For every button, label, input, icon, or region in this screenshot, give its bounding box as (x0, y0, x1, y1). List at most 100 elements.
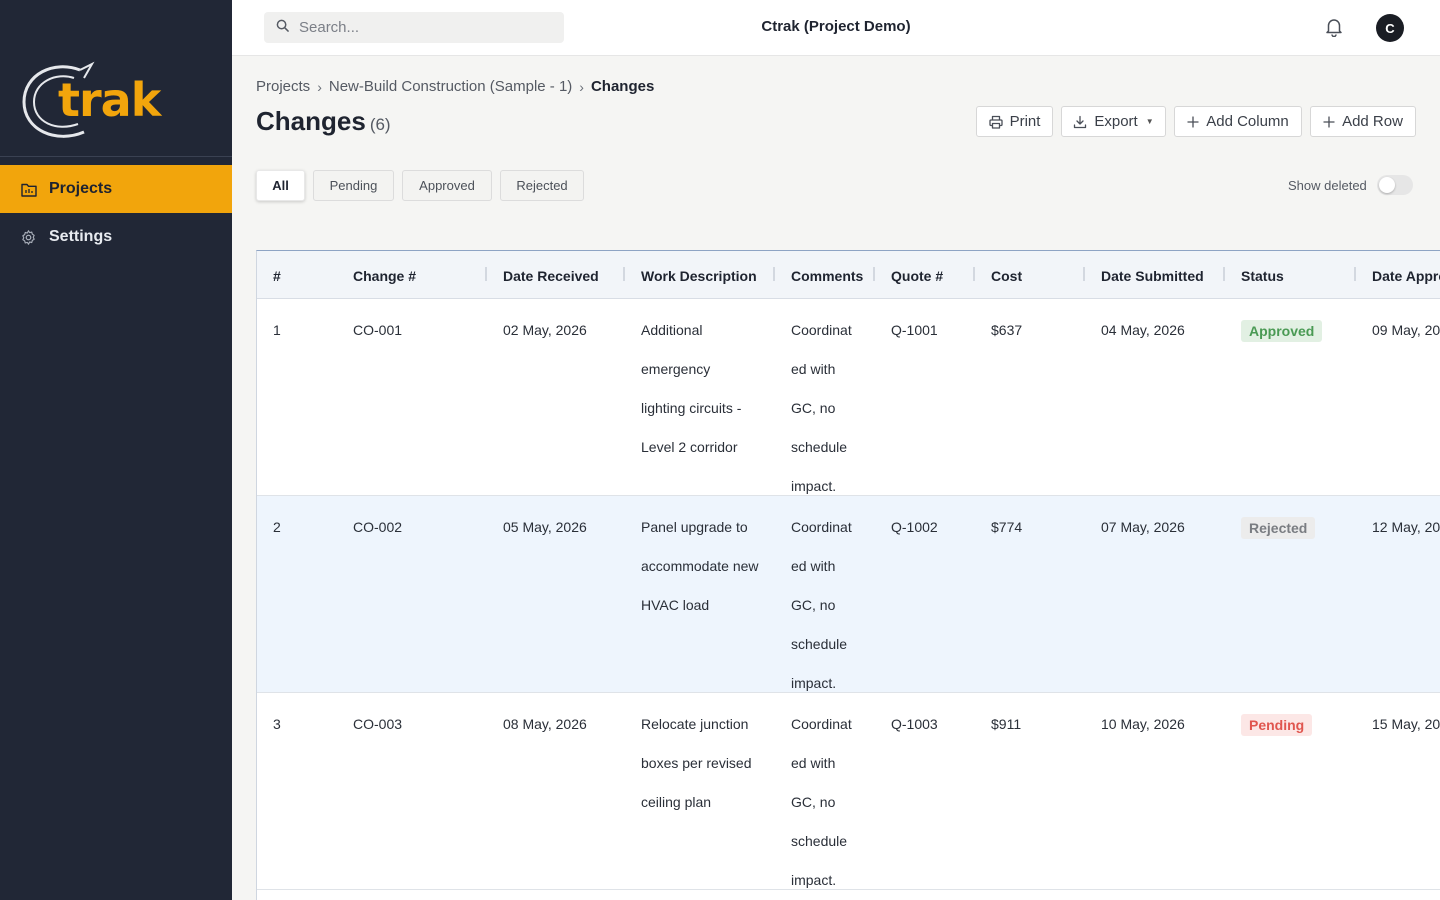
cell-number: 1 (273, 322, 281, 338)
filter-tab-approved[interactable]: Approved (402, 170, 492, 201)
export-label: Export (1094, 113, 1138, 130)
cell-change-number: CO-003 (353, 716, 403, 732)
download-icon (1073, 115, 1087, 129)
breadcrumb: Projects › New-Build Construction (Sampl… (256, 78, 654, 95)
status-badge: Approved (1241, 320, 1323, 342)
sidebar-divider (0, 156, 232, 157)
page-title-text: Changes (256, 106, 366, 136)
text-line: ed with (791, 361, 836, 377)
export-button[interactable]: Export ▼ (1061, 106, 1166, 137)
table-row[interactable]: 1 CO-001 02 May, 2026 Additional emergen… (257, 299, 1440, 496)
cell-change-number: CO-001 (353, 322, 403, 338)
breadcrumb-project[interactable]: New-Build Construction (Sample - 1) (329, 78, 572, 95)
plus-icon (1187, 115, 1199, 128)
plus-icon (1323, 115, 1335, 128)
column-header[interactable]: # (273, 268, 281, 284)
text-line: Relocate junction (641, 716, 749, 732)
add-row-label: Add Row (1342, 113, 1403, 130)
column-resize-handle[interactable] (873, 267, 875, 281)
column-resize-handle[interactable] (623, 267, 625, 281)
text-line: Panel upgrade to (641, 519, 748, 535)
cell-date-received: 08 May, 2026 (503, 716, 587, 732)
cell-comments: Coordinat ed with GC, no schedule impact… (791, 705, 871, 900)
cell-cost: $774 (991, 519, 1023, 535)
app-title: Ctrak (Project Demo) (761, 18, 911, 35)
column-header[interactable]: Date Received (503, 268, 599, 284)
sidebar-item-settings[interactable]: Settings (0, 213, 232, 261)
column-resize-handle[interactable] (485, 267, 487, 281)
cell-cost: $637 (991, 322, 1023, 338)
breadcrumb-current: Changes (590, 78, 655, 95)
cell-quote-number: Q-1001 (891, 322, 938, 338)
filter-tab-rejected[interactable]: Rejected (500, 170, 584, 201)
cell-work-description: Additional emergency lighting circuits -… (641, 311, 771, 467)
cell-status: Pending (1241, 714, 1313, 736)
top-bar: Ctrak (Project Demo) C (232, 0, 1440, 56)
cell-date-approved: 09 May, 20 (1372, 322, 1440, 338)
chevron-right-icon: › (579, 78, 584, 95)
filter-tab-all[interactable]: All (256, 170, 305, 201)
record-count: (6) (369, 115, 391, 134)
cell-cost: $911 (991, 716, 1022, 732)
status-badge: Rejected (1241, 517, 1316, 539)
cell-date-submitted: 07 May, 2026 (1101, 519, 1185, 535)
cell-number: 2 (273, 519, 281, 535)
cell-date-submitted: 04 May, 2026 (1101, 322, 1185, 338)
column-header[interactable]: Quote # (891, 268, 943, 284)
table-row[interactable]: 2 CO-002 05 May, 2026 Panel upgrade to a… (257, 496, 1440, 693)
logo-text: trak (58, 73, 161, 127)
cell-date-approved: 15 May, 20 (1372, 716, 1440, 732)
text-line: schedule (791, 439, 848, 455)
text-line: GC, no (791, 597, 836, 613)
avatar[interactable]: C (1376, 14, 1404, 42)
printer-icon (988, 115, 1003, 129)
column-header[interactable]: Work Description (641, 268, 757, 284)
column-header[interactable]: Status (1241, 268, 1284, 284)
text-line: emergency (641, 361, 711, 377)
text-line: ceiling plan (641, 794, 712, 810)
column-resize-handle[interactable] (773, 267, 775, 281)
breadcrumb-projects[interactable]: Projects (256, 78, 310, 95)
cell-date-approved: 12 May, 20 (1372, 519, 1440, 535)
folder-icon (20, 181, 37, 198)
add-column-button[interactable]: Add Column (1174, 106, 1302, 137)
text-line: HVAC load (641, 597, 710, 613)
column-resize-handle[interactable] (1223, 267, 1225, 281)
table-header: # Change # Date Received Work Descriptio… (257, 251, 1440, 299)
cell-date-received: 02 May, 2026 (503, 322, 587, 338)
print-button[interactable]: Print (976, 106, 1053, 137)
cell-status: Rejected (1241, 517, 1316, 539)
column-header[interactable]: Cost (991, 268, 1022, 284)
cell-quote-number: Q-1003 (891, 716, 938, 732)
add-row-button[interactable]: Add Row (1310, 106, 1416, 137)
filter-tab-pending[interactable]: Pending (313, 170, 394, 201)
cell-comments: Coordinat ed with GC, no schedule impact… (791, 508, 871, 703)
sidebar: trak Projects Settings (0, 0, 232, 900)
column-header[interactable]: Comments (791, 268, 863, 284)
text-line: Level 2 corridor (641, 439, 738, 455)
column-resize-handle[interactable] (1354, 267, 1356, 281)
text-line: boxes per revised (641, 755, 752, 771)
sidebar-item-label: Projects (49, 180, 113, 197)
column-header[interactable]: Date Submitted (1101, 268, 1204, 284)
cell-date-received: 05 May, 2026 (503, 519, 587, 535)
table-row[interactable]: 3 CO-003 08 May, 2026 Relocate junction … (257, 693, 1440, 890)
bell-icon[interactable] (1325, 17, 1343, 38)
column-header[interactable]: Date Appro (1372, 268, 1440, 284)
sidebar-item-projects[interactable]: Projects (0, 165, 232, 213)
ctrak-logo[interactable]: trak (22, 60, 162, 144)
show-deleted-label: Show deleted (1288, 178, 1367, 193)
column-header[interactable]: Change # (353, 268, 416, 284)
text-line: ed with (791, 755, 836, 771)
text-line: schedule (791, 636, 848, 652)
text-line: lighting circuits - (641, 400, 742, 416)
show-deleted-toggle[interactable] (1377, 175, 1413, 195)
cell-change-number: CO-002 (353, 519, 403, 535)
text-line: Coordinat (791, 716, 852, 732)
cell-date-submitted: 10 May, 2026 (1101, 716, 1185, 732)
column-resize-handle[interactable] (1083, 267, 1085, 281)
column-resize-handle[interactable] (973, 267, 975, 281)
text-line: Additional (641, 322, 703, 338)
caret-down-icon: ▼ (1145, 117, 1154, 126)
text-line: ed with (791, 558, 836, 574)
